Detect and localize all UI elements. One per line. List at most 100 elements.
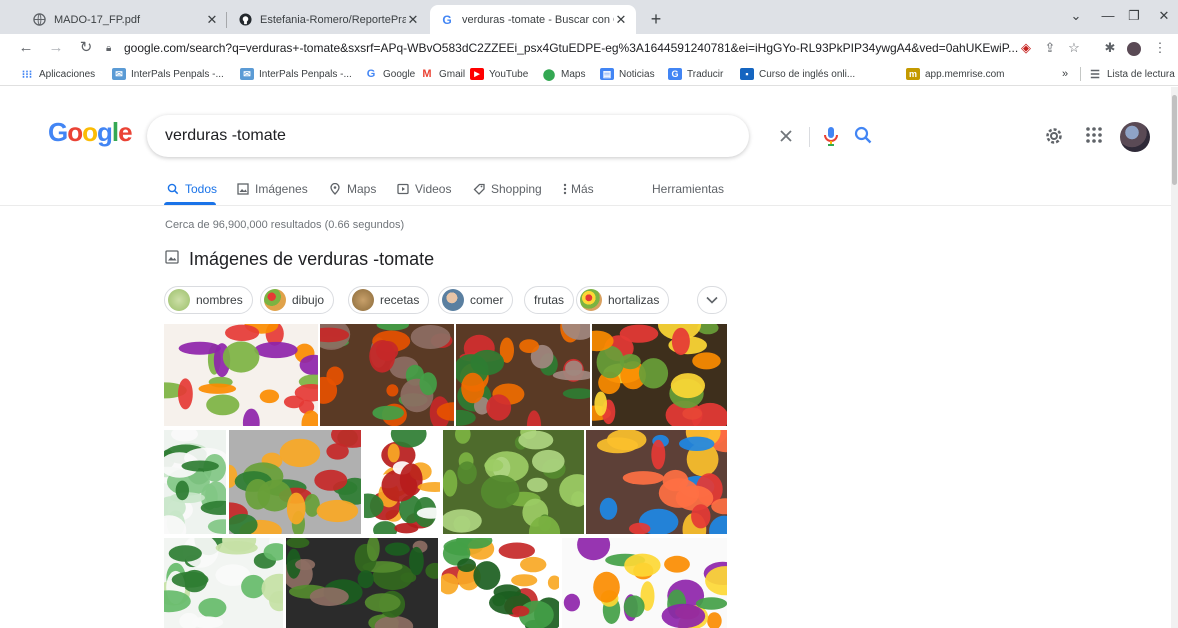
chip-dibujo[interactable]: dibujo xyxy=(260,286,335,314)
microphone-icon[interactable] xyxy=(823,125,839,152)
search-tabs: Todos Imágenes Maps Videos Shopping Más … xyxy=(0,175,1178,206)
veggie-heart-image[interactable] xyxy=(164,324,318,426)
bookmarks-bar: ⁝⁝⁝ Aplicaciones ✉ InterPals Penpals -..… xyxy=(0,62,1178,86)
address-bar[interactable]: 🔒︎ google.com/search?q=verduras+-tomate&… xyxy=(106,37,1086,59)
mail-icon: ✉ xyxy=(240,68,254,80)
new-tab-button[interactable]: + xyxy=(645,8,667,30)
bookmark-interpals-2[interactable]: ✉ InterPals Penpals -... xyxy=(240,66,352,82)
image-results-grid xyxy=(164,324,727,628)
veggie-pile-image-2[interactable] xyxy=(456,324,590,426)
tools-button[interactable]: Herramientas xyxy=(652,179,724,199)
chip-nombres[interactable]: nombres xyxy=(164,286,253,314)
fruit-assortment-image[interactable] xyxy=(562,538,727,628)
back-arrow-icon[interactable]: ← xyxy=(16,38,36,58)
minimize-icon[interactable]: — xyxy=(1096,6,1120,26)
chip-recetas[interactable]: recetas xyxy=(348,286,430,314)
chip-thumbnail xyxy=(168,289,190,311)
chips-expand-button[interactable] xyxy=(697,286,727,314)
google-apps-icon[interactable] xyxy=(1085,126,1103,149)
close-icon[interactable]: ✕ xyxy=(205,12,219,27)
profile-avatar-small-icon[interactable] xyxy=(1124,38,1144,58)
bookmark-google[interactable]: G Google xyxy=(364,66,416,82)
reload-icon[interactable]: ↻ xyxy=(76,38,96,58)
frozen-veg-bag-image-1[interactable] xyxy=(164,430,226,534)
tag-icon xyxy=(472,182,486,196)
menu-kebab-icon[interactable]: ⋮ xyxy=(1150,38,1170,58)
browser-tab-pdf[interactable]: MADO-17_FP.pdf ✕ xyxy=(22,5,227,34)
broccoli-peppers-image[interactable] xyxy=(229,430,361,534)
chip-label: nombres xyxy=(196,293,243,307)
veggie-pile-image-1[interactable] xyxy=(320,324,454,426)
lock-icon: 🔒︎ xyxy=(106,42,112,54)
chip-label: frutas xyxy=(534,293,565,307)
avatar[interactable] xyxy=(1120,122,1150,152)
tab-title: verduras -tomate - Buscar con G xyxy=(462,13,614,26)
restore-icon[interactable]: ❐ xyxy=(1122,6,1146,26)
tab-shopping[interactable]: Shopping xyxy=(472,179,542,199)
maps-pin-icon: ⬤ xyxy=(542,68,556,81)
memrise-icon: m xyxy=(906,68,920,80)
fruits-mix-image[interactable] xyxy=(586,430,727,534)
spinach-bowl-image[interactable] xyxy=(286,538,438,628)
clear-search-icon[interactable] xyxy=(777,127,795,150)
chip-thumbnail xyxy=(580,289,602,311)
forward-arrow-icon[interactable]: → xyxy=(46,38,66,58)
chip-frutas[interactable]: frutas xyxy=(524,286,575,314)
more-bookmarks-button[interactable]: » xyxy=(1062,66,1068,82)
bookmark-memrise[interactable]: m app.memrise.com xyxy=(906,66,1004,82)
news-icon: ▤ xyxy=(600,68,614,80)
bookmark-maps[interactable]: ⬤ Maps xyxy=(542,66,586,82)
bookmark-youtube[interactable]: ▶ YouTube xyxy=(470,66,528,82)
tab-maps[interactable]: Maps xyxy=(328,179,376,199)
browser-tab-github[interactable]: Estefania-Romero/ReportePractic ✕ xyxy=(228,5,428,34)
bookmark-curso-ingles[interactable]: ▪ Curso de inglés onli... xyxy=(740,66,855,82)
google-icon: G xyxy=(366,68,376,80)
close-icon[interactable]: ✕ xyxy=(406,12,420,27)
tab-title: Estefania-Romero/ReportePractic xyxy=(260,13,406,26)
share-icon[interactable]: ⇪ xyxy=(1040,38,1060,58)
chip-hortalizas[interactable]: hortalizas xyxy=(576,286,670,314)
active-tab-indicator xyxy=(164,202,216,205)
result-stats: Cerca de 96,900,000 resultados (0.66 seg… xyxy=(165,219,405,231)
window-close-icon[interactable]: ✕ xyxy=(1152,6,1176,26)
tab-todos[interactable]: Todos xyxy=(166,179,217,199)
brussels-sprouts-image[interactable] xyxy=(443,430,584,534)
bookmark-gmail[interactable]: M Gmail xyxy=(420,66,465,82)
bookmark-star-icon[interactable]: ☆ xyxy=(1064,38,1084,58)
chip-comer[interactable]: comer xyxy=(438,286,514,314)
reading-list-label: Lista de lectura xyxy=(1107,68,1175,80)
youtube-icon: ▶ xyxy=(470,68,484,80)
bookmark-interpals-1[interactable]: ✉ InterPals Penpals -... xyxy=(112,66,224,82)
tab-videos[interactable]: Videos xyxy=(396,179,451,199)
search-icon[interactable] xyxy=(853,125,873,150)
google-icon: G xyxy=(442,12,452,27)
extensions-puzzle-icon[interactable]: ✱ xyxy=(1100,38,1120,58)
translate-icon: G xyxy=(668,68,682,80)
reading-list-button[interactable]: ☰ Lista de lectura xyxy=(1088,66,1175,82)
bookmark-label: Noticias xyxy=(619,68,655,80)
google-logo[interactable]: Google xyxy=(48,117,133,148)
fruit-veg-basket-image[interactable] xyxy=(592,324,727,426)
bookmark-label: Traducir xyxy=(687,68,724,80)
bookmark-aplicaciones[interactable]: ⁝⁝⁝ Aplicaciones xyxy=(20,66,95,82)
chip-thumbnail xyxy=(442,289,464,311)
bookmark-label: Curso de inglés onli... xyxy=(759,68,856,80)
bookmark-noticias[interactable]: ▤ Noticias xyxy=(600,66,655,82)
reading-list-icon: ☰ xyxy=(1090,68,1100,81)
images-section-heading[interactable]: Imágenes de verduras -tomate xyxy=(165,249,434,270)
close-icon[interactable]: ✕ xyxy=(614,12,628,27)
frozen-veg-bag-image-2[interactable] xyxy=(164,538,283,628)
tab-imagenes[interactable]: Imágenes xyxy=(236,179,308,199)
browser-tab-google[interactable]: G verduras -tomate - Buscar con G ✕ xyxy=(430,5,636,34)
tab-mas[interactable]: Más xyxy=(562,179,594,199)
bookmark-label: app.memrise.com xyxy=(925,68,1005,80)
extension-key-icon[interactable]: ◈ xyxy=(1016,38,1036,58)
del-monte-can-image[interactable] xyxy=(441,538,559,628)
la-costena-can-image[interactable] xyxy=(364,430,440,534)
search-input[interactable] xyxy=(165,126,635,146)
tab-label: Maps xyxy=(347,182,377,196)
bookmark-traducir[interactable]: G Traducir xyxy=(668,66,723,82)
scrollbar-thumb[interactable] xyxy=(1172,95,1177,185)
gear-icon[interactable] xyxy=(1044,126,1064,151)
tab-search-chevron-icon[interactable]: ⌄ xyxy=(1064,6,1088,26)
